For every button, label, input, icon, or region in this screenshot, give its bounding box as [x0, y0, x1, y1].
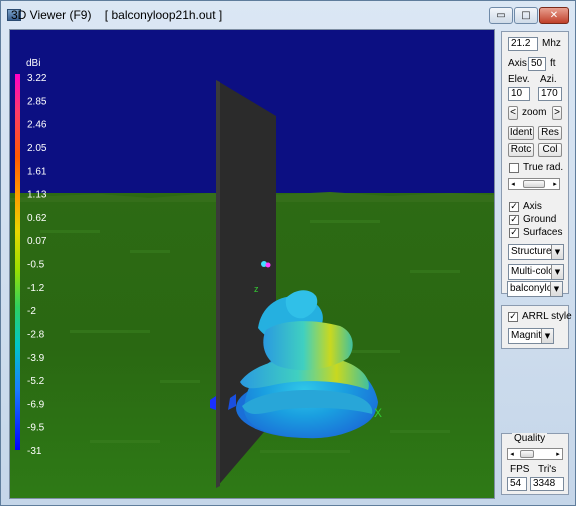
fps-value: 54 — [507, 477, 527, 491]
arrl-style-label: ARRL style — [522, 311, 572, 322]
zoom-label: zoom — [522, 107, 547, 118]
slider-right-icon: ▸ — [556, 450, 560, 458]
quality-slider[interactable]: ◂ ▸ — [507, 448, 563, 460]
maximize-button[interactable]: □ — [514, 7, 538, 24]
viewer-window: 3D Viewer (F9) [ balconyloop21h.out ] ▭ … — [0, 0, 576, 506]
slider-right-icon: ▸ — [553, 180, 557, 188]
dropdown-arrow-icon: ▼ — [551, 265, 563, 279]
colorbar — [15, 74, 20, 450]
ident-button[interactable]: Ident — [508, 126, 534, 140]
dropdown-arrow-icon: ▼ — [551, 245, 563, 259]
axis-unit: ft — [550, 58, 556, 69]
color-mode-select[interactable]: Multi-colo ▼ — [508, 264, 564, 280]
surfaces-checkbox[interactable]: ✓ — [509, 228, 519, 238]
zoom-in-button[interactable]: > — [552, 106, 562, 120]
tris-value: 3348 — [530, 477, 564, 491]
structure-select[interactable]: Structure ▼ — [508, 244, 564, 260]
arrl-style-checkbox[interactable]: ✓ — [508, 312, 518, 322]
colorbar-tick-label: 2.05 — [27, 143, 47, 154]
colorbar-tick-label: -31 — [27, 446, 42, 457]
colorbar-tick-label: -6.9 — [27, 399, 45, 410]
colorbar-tick-label: -0.5 — [27, 260, 45, 271]
quality-group: Quality ◂ ▸ FPS Tri's 54 3348 — [501, 433, 569, 495]
true-rad-label: True rad. — [523, 162, 564, 173]
col-button[interactable]: Col — [538, 143, 562, 157]
res-button[interactable]: Res — [538, 126, 562, 140]
quality-label: Quality — [512, 433, 548, 445]
close-button[interactable]: ✕ — [539, 7, 569, 24]
axis-marker-z: z — [254, 284, 259, 294]
fps-label: FPS — [510, 464, 530, 475]
colorbar-tick-label: -3.9 — [27, 353, 45, 364]
3d-viewport[interactable]: z X dBi 3.22 2.85 2.46 2.05 1.61 1.13 0.62 0.07… — [9, 29, 495, 499]
frequency-unit: Mhz — [542, 38, 561, 49]
axis-length-field[interactable]: 50 — [528, 57, 546, 71]
magnitude-select[interactable]: Magnitu ▼ — [508, 328, 554, 344]
axis-checkbox-label: Axis — [523, 201, 542, 212]
colorbar-tick-label: 0.07 — [27, 236, 47, 247]
dropdown-arrow-icon: ▼ — [541, 329, 553, 343]
rotc-button[interactable]: Rotc — [508, 143, 534, 157]
frequency-field[interactable]: 21.2 — [508, 37, 538, 51]
feed-marker-2 — [265, 262, 271, 268]
axis-length-label: Axis — [508, 58, 527, 69]
slider-left-icon: ◂ — [510, 450, 514, 458]
tris-label: Tri's — [538, 464, 557, 475]
ground-checkbox[interactable]: ✓ — [509, 215, 519, 225]
colorbar-tick-label: 1.13 — [27, 190, 47, 201]
rad-slider[interactable]: ◂ ▸ — [508, 178, 560, 190]
colorbar-tick-label: -9.5 — [27, 423, 45, 434]
minimize-button[interactable]: ▭ — [489, 7, 513, 24]
colorbar-tick-label: -2 — [27, 306, 36, 317]
azi-label: Azi. — [540, 74, 557, 85]
title-bar[interactable]: 3D Viewer (F9) [ balconyloop21h.out ] ▭ … — [1, 1, 575, 29]
true-rad-checkbox[interactable] — [509, 163, 519, 173]
view-controls-group: 21.2 Mhz Axis 50 ft Elev. Azi. 10 170 < … — [501, 31, 569, 294]
zoom-out-button[interactable]: < — [508, 106, 518, 120]
colorbar-tick-label: 1.61 — [27, 166, 47, 177]
surfaces-checkbox-label: Surfaces — [523, 227, 563, 238]
quality-slider-thumb[interactable] — [520, 450, 534, 458]
colorbar-tick-label: -1.2 — [27, 283, 45, 294]
colorbar-tick-label: -2.8 — [27, 329, 45, 340]
control-panel: 21.2 Mhz Axis 50 ft Elev. Azi. 10 170 < … — [501, 29, 572, 499]
colorbar-title: dBi — [26, 58, 40, 69]
file-select[interactable]: balconylo ▼ — [507, 281, 563, 297]
colorbar-tick-label: 2.46 — [27, 120, 47, 131]
arrl-group: ✓ ARRL style Magnitu ▼ — [501, 305, 572, 349]
axis-marker-x: X — [374, 406, 382, 420]
colorbar-tick-label: -5.2 — [27, 376, 45, 387]
colorbar-tick-label: 2.85 — [27, 96, 47, 107]
colorbar-tick-label: 0.62 — [27, 213, 47, 224]
slider-thumb[interactable] — [523, 180, 545, 188]
dropdown-arrow-icon: ▼ — [550, 282, 562, 296]
ground-checkbox-label: Ground — [523, 214, 557, 225]
azimuth-field[interactable]: 170 — [538, 87, 562, 101]
slider-left-icon: ◂ — [511, 180, 515, 188]
elev-label: Elev. — [508, 74, 530, 85]
elevation-field[interactable]: 10 — [508, 87, 530, 101]
wall-plane-edge — [216, 80, 220, 488]
colorbar-tick-label: 3.22 — [27, 73, 47, 84]
window-title: 3D Viewer (F9) [ balconyloop21h.out ] — [11, 8, 223, 22]
axis-checkbox[interactable]: ✓ — [509, 202, 519, 212]
